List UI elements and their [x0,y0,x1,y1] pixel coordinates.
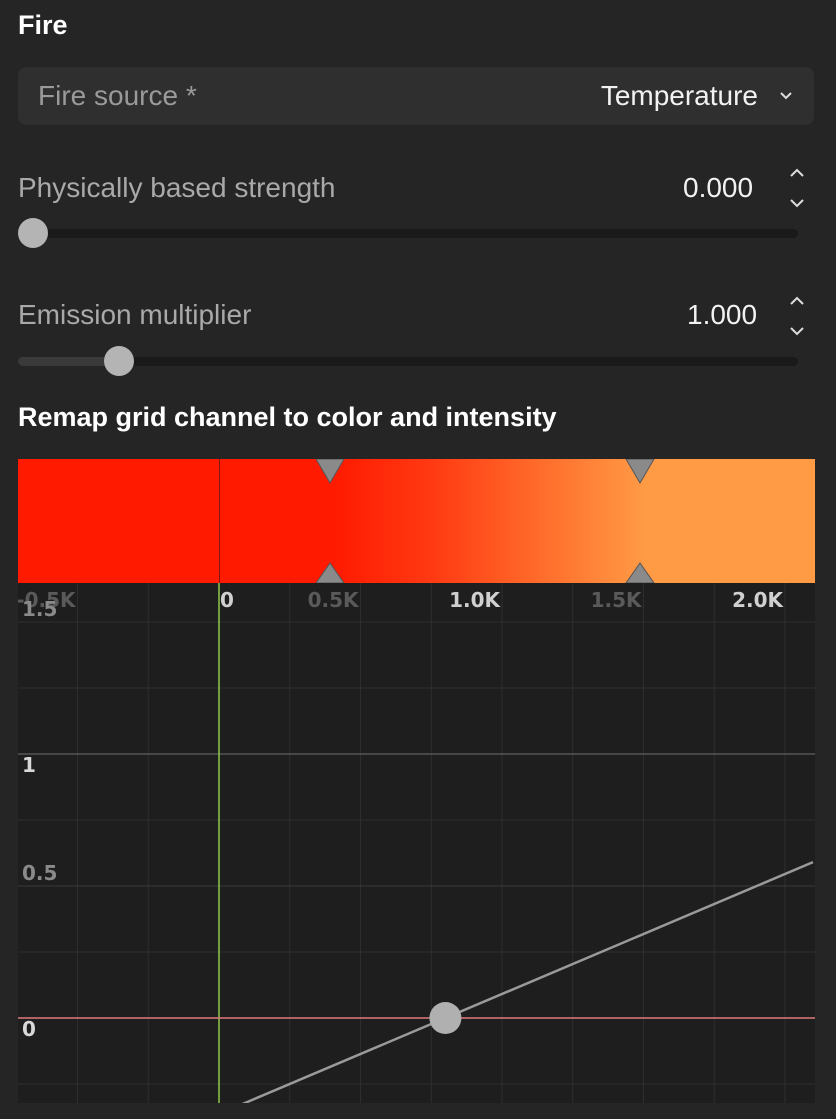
chevron-down-icon [790,327,804,336]
x-tick-label: 0.5K [308,588,360,612]
fire-source-dropdown[interactable]: Fire source * Temperature [18,67,814,125]
chevron-up-icon [790,168,804,177]
curve-graph[interactable]: -1.0K-0.5K00.5K1.0K1.5K2.0K2.5K3.0K3.5K4… [18,583,815,1103]
physical-strength-value[interactable]: 0.000 [683,172,753,204]
y-tick-label: 0.5 [22,861,57,885]
x-tick-label: 0 [220,588,234,612]
fire-source-label: Fire source * [38,80,197,111]
chevron-down-icon [790,199,804,208]
physical-strength-thumb[interactable] [18,218,48,248]
chevron-down-icon [780,92,792,100]
emission-multiplier-thumb[interactable] [104,346,135,376]
x-tick-label: 2.0K [732,588,784,612]
emission-multiplier-slider[interactable] [18,346,798,376]
physical-strength-label: Physically based strength [18,172,336,203]
x-tick-label: 1.5K [591,588,643,612]
emission-multiplier-label: Emission multiplier [18,299,252,330]
physical-strength-slider[interactable] [18,218,798,248]
chevron-up-icon [790,296,804,305]
x-tick-label: 1.0K [449,588,501,612]
curve-line [241,860,814,1103]
y-tick-label: 1.5 [22,597,57,621]
ramp-stop-bottom-1[interactable] [315,562,345,583]
fire-source-value: Temperature [600,80,758,111]
section-title: Fire [18,10,68,40]
curve-editor[interactable]: -1.0K-0.5K00.5K1.0K1.5K2.0K2.5K3.0K3.5K4… [18,583,815,1103]
color-ramp[interactable] [18,459,815,583]
ramp-stop-top-1[interactable] [315,459,345,484]
ramp-stop-bottom-2[interactable] [625,562,655,583]
remap-heading: Remap grid channel to color and intensit… [18,402,557,432]
y-tick-label: 1 [22,753,36,777]
ramp-stop-top-2[interactable] [625,459,655,484]
physical-strength-stepper[interactable] [788,166,806,210]
emission-multiplier-stepper[interactable] [788,294,806,338]
y-tick-label: 0 [22,1017,36,1041]
emission-multiplier-value[interactable]: 1.000 [687,299,757,331]
curve-point-1[interactable] [429,1002,462,1034]
